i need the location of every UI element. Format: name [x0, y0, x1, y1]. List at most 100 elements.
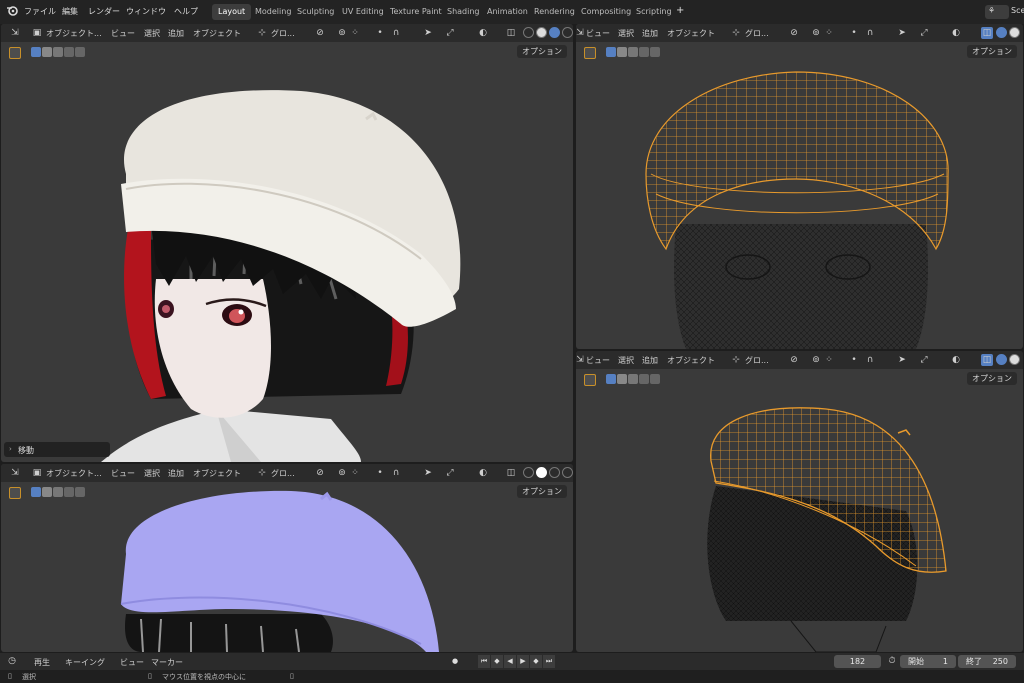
menu-object[interactable]: オブジェクト — [193, 28, 241, 39]
tool-select-icon[interactable] — [9, 47, 21, 59]
operator-panel[interactable]: › 移動 — [4, 442, 110, 457]
start-frame-field[interactable]: 開始 1 — [900, 655, 956, 668]
prev-keyframe-icon[interactable]: ◆ — [491, 655, 503, 668]
menu-select[interactable]: 選択 — [144, 468, 160, 479]
overlay-icon[interactable]: ◐ — [477, 467, 489, 479]
rendered-shading-icon[interactable] — [562, 27, 573, 38]
select-invert-icon[interactable] — [639, 47, 649, 57]
select-extend-icon[interactable] — [617, 374, 627, 384]
select-new-icon[interactable] — [606, 47, 616, 57]
mode-dropdown[interactable]: オブジェクト... — [46, 28, 102, 39]
pivot-icon[interactable]: ⊘ — [314, 467, 326, 479]
play-icon[interactable]: ▶ — [517, 655, 529, 668]
menu-select[interactable]: 選択 — [618, 355, 634, 366]
options-dropdown[interactable]: オプション — [967, 372, 1017, 385]
select-new-icon[interactable] — [31, 47, 41, 57]
menu-view[interactable]: ビュー — [111, 468, 135, 479]
gizmo-icon[interactable]: ⤢ — [444, 467, 456, 479]
tab-layout[interactable]: Layout — [212, 4, 252, 20]
clock-editor-icon[interactable]: ◷ — [6, 655, 18, 667]
menu-view[interactable]: ビュー — [586, 355, 610, 366]
menu-add[interactable]: 追加 — [168, 468, 184, 479]
menu-render[interactable]: レンダー — [88, 6, 120, 17]
xray-icon[interactable]: ◫ — [981, 354, 993, 366]
menu-edit[interactable]: 編集 — [62, 6, 78, 17]
menu-keying[interactable]: キーイング — [65, 657, 105, 668]
tab-scripting[interactable]: Scripting — [630, 4, 678, 20]
add-workspace-button[interactable]: + — [676, 5, 684, 16]
menu-select[interactable]: 選択 — [144, 28, 160, 39]
pivot-icon[interactable]: ⊘ — [314, 27, 326, 39]
end-frame-field[interactable]: 終了 250 — [958, 655, 1016, 668]
options-dropdown[interactable]: オプション — [517, 45, 567, 58]
proportional-edit-icon[interactable]: • — [848, 354, 860, 366]
select-intersect-icon[interactable] — [75, 47, 85, 57]
select-extend-icon[interactable] — [42, 487, 52, 497]
select-invert-icon[interactable] — [639, 374, 649, 384]
menu-object[interactable]: オブジェクト — [667, 28, 715, 39]
mode-dropdown[interactable]: オブジェクト... — [46, 468, 102, 479]
select-invert-icon[interactable] — [64, 47, 74, 57]
viewport-bottom-right[interactable]: ⇲ ビュー 選択 追加 オブジェクト ⊹ グロ... ⊘ ⊚ ⁘ • ∩ ➤ ⤢… — [576, 351, 1023, 652]
select-intersect-icon[interactable] — [650, 374, 660, 384]
select-new-icon[interactable] — [606, 374, 616, 384]
menu-marker[interactable]: マーカー — [151, 657, 183, 668]
orientation-dropdown[interactable]: グロ... — [745, 28, 769, 39]
editor-type-icon[interactable]: ⇲ — [576, 27, 586, 39]
current-frame-field[interactable]: 182 — [834, 655, 881, 668]
solid-shading-icon[interactable] — [536, 27, 547, 38]
select-extend-icon[interactable] — [42, 47, 52, 57]
visibility-icon[interactable]: ➤ — [422, 27, 434, 39]
tab-shading[interactable]: Shading — [441, 4, 486, 20]
tab-texture-paint[interactable]: Texture Paint — [384, 4, 448, 20]
falloff-icon[interactable]: ∩ — [864, 354, 876, 366]
gizmo-icon[interactable]: ⤢ — [918, 27, 930, 39]
menu-file[interactable]: ファイル — [24, 6, 56, 17]
orientation-dropdown[interactable]: グロ... — [271, 468, 295, 479]
snap-target-icon[interactable]: ⁘ — [349, 27, 361, 39]
select-subtract-icon[interactable] — [628, 47, 638, 57]
falloff-icon[interactable]: ∩ — [864, 27, 876, 39]
menu-select[interactable]: 選択 — [618, 28, 634, 39]
record-icon[interactable]: ● — [449, 655, 461, 668]
stopwatch-icon[interactable]: ⏱ — [886, 655, 898, 667]
menu-add[interactable]: 追加 — [642, 28, 658, 39]
jump-end-icon[interactable]: ⏭ — [543, 655, 555, 668]
menu-playback[interactable]: 再生 — [34, 657, 50, 668]
material-shading-icon[interactable] — [549, 467, 560, 478]
select-extend-icon[interactable] — [617, 47, 627, 57]
wireframe-shading-icon[interactable] — [523, 27, 534, 38]
select-intersect-icon[interactable] — [650, 47, 660, 57]
proportional-edit-icon[interactable]: • — [848, 27, 860, 39]
jump-start-icon[interactable]: ⏮ — [478, 655, 490, 668]
tab-animation[interactable]: Animation — [481, 4, 534, 20]
gizmo-icon[interactable]: ⤢ — [918, 354, 930, 366]
menu-object[interactable]: オブジェクト — [667, 355, 715, 366]
play-reverse-icon[interactable]: ◀ — [504, 655, 516, 668]
tab-compositing[interactable]: Compositing — [575, 4, 637, 20]
select-subtract-icon[interactable] — [53, 487, 63, 497]
visibility-icon[interactable]: ➤ — [422, 467, 434, 479]
select-subtract-icon[interactable] — [628, 374, 638, 384]
overlay-icon[interactable]: ◐ — [950, 354, 962, 366]
visibility-icon[interactable]: ➤ — [896, 354, 908, 366]
visibility-icon[interactable]: ➤ — [896, 27, 908, 39]
editor-type-icon[interactable]: ⇲ — [576, 354, 586, 366]
tool-select-icon[interactable] — [9, 487, 21, 499]
orientation-dropdown[interactable]: グロ... — [745, 355, 769, 366]
menu-add[interactable]: 追加 — [168, 28, 184, 39]
wireframe-shading-icon[interactable] — [523, 467, 534, 478]
menu-help[interactable]: ヘルプ — [174, 6, 198, 17]
viewport-top-right[interactable]: ⇲ ビュー 選択 追加 オブジェクト ⊹ グロ... ⊘ ⊚ ⁘ • ∩ ➤ ⤢… — [576, 24, 1023, 349]
falloff-icon[interactable]: ∩ — [390, 27, 402, 39]
snap-target-icon[interactable]: ⁘ — [823, 354, 835, 366]
snap-target-icon[interactable]: ⁘ — [349, 467, 361, 479]
options-dropdown[interactable]: オプション — [517, 485, 567, 498]
orientation-dropdown[interactable]: グロ... — [271, 28, 295, 39]
falloff-icon[interactable]: ∩ — [390, 467, 402, 479]
tool-select-icon[interactable] — [584, 374, 596, 386]
overlay-icon[interactable]: ◐ — [477, 27, 489, 39]
menu-add[interactable]: 追加 — [642, 355, 658, 366]
overlay-icon[interactable]: ◐ — [950, 27, 962, 39]
tab-uv-editing[interactable]: UV Editing — [336, 4, 390, 20]
